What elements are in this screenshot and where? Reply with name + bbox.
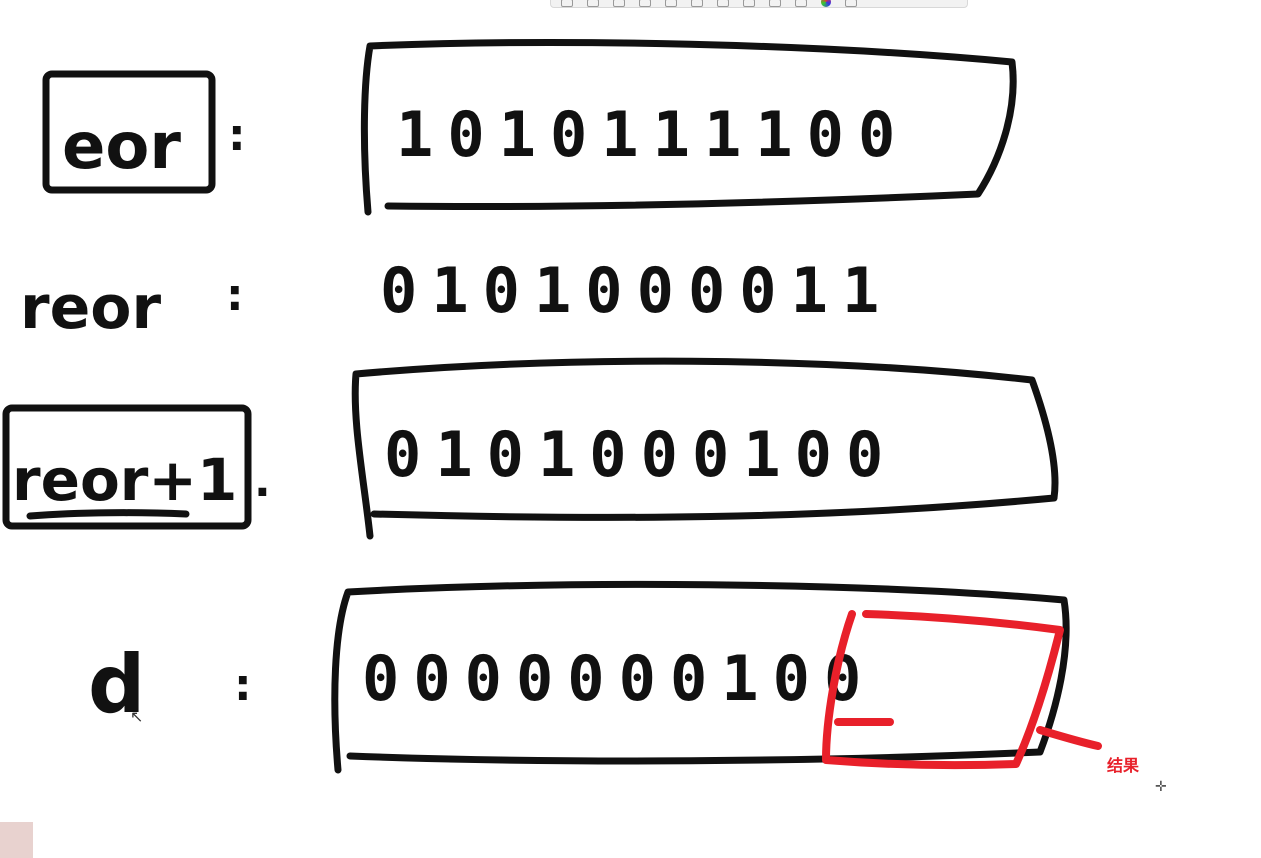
row-colon: : [234,660,252,711]
webcam-thumbnail [0,822,33,858]
result-annotation: 结果 [1107,756,1140,775]
row-colon: . [254,456,271,507]
bits-reor: 0101000011 [380,254,893,327]
underline [26,509,190,520]
whiteboard-canvas[interactable]: eor : 1010111100 reor : 0101000011 reor+… [0,0,1261,858]
row-label-reor-plus-1: reor+1 [12,446,237,514]
row-colon: : [228,110,246,161]
bits-reor-plus-1: 0101000100 [384,418,897,491]
row-label-reor: reor [20,273,162,343]
row-label-eor: eor [62,110,181,184]
crosshair-cursor-icon: ✛ [1155,779,1167,795]
bits-eor: 1010111100 [396,98,909,171]
row-colon: : [226,270,244,321]
mouse-pointer-icon: ↖ [130,707,144,726]
bits-d: 0000000100 [362,642,875,715]
